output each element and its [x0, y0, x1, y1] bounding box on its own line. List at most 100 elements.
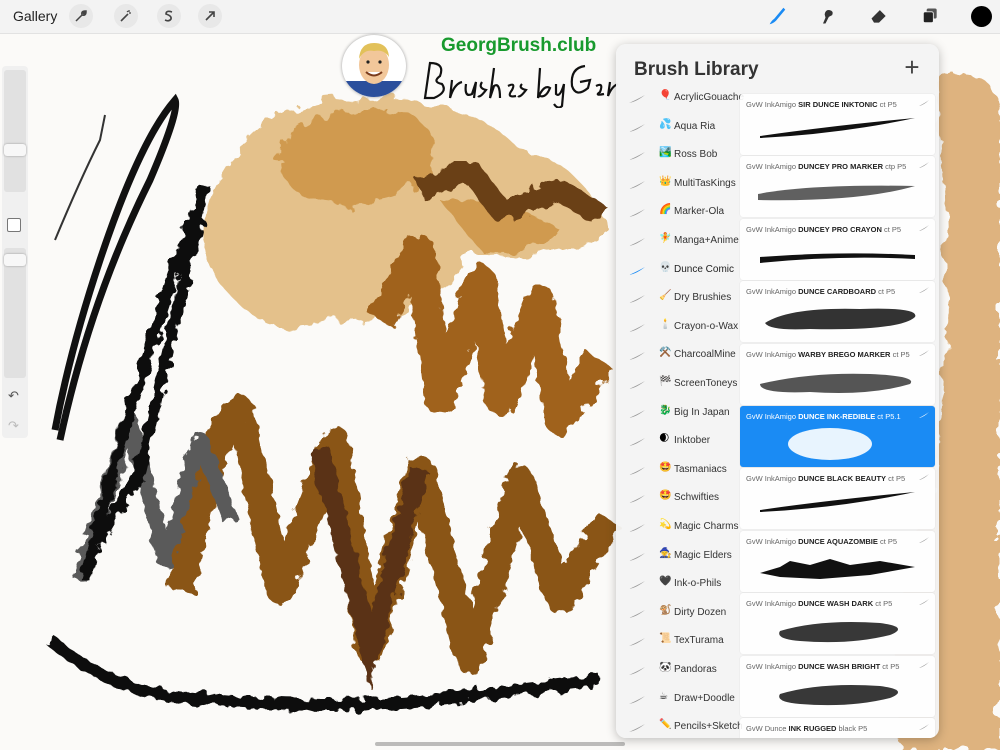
brush-set-item[interactable]: 🏞️ Ross Bob — [616, 143, 741, 171]
brush-item[interactable]: GvW InkAmigo DUNCE WASH BRIGHT ct P5 — [740, 655, 935, 717]
set-name: Pandoras — [674, 664, 717, 675]
brush-item[interactable]: GvW InkAmigo DUNCE WASH DARK ct P5 — [740, 593, 935, 655]
brush-set-item[interactable]: 👑 MultiTasKings — [616, 172, 741, 200]
home-indicator[interactable] — [375, 742, 625, 746]
brush-set-item[interactable]: 📜 TexTurama — [616, 629, 741, 657]
brush-type-icon — [919, 349, 929, 356]
opacity-thumb[interactable] — [4, 254, 26, 266]
brush-item[interactable]: GvW InkAmigo DUNCEY PRO MARKER ctp P5 — [740, 156, 935, 218]
brush-stroke-icon — [629, 238, 645, 246]
set-name: Magic Charms — [674, 521, 739, 532]
brush-stroke-icon — [629, 95, 645, 103]
opacity-slider[interactable] — [4, 248, 26, 378]
undo-icon[interactable]: ↶ — [8, 388, 19, 404]
brush-prefix: GvW InkAmigo — [746, 162, 797, 172]
magic-wand-icon[interactable] — [114, 4, 138, 28]
brush-stroke-icon — [629, 466, 645, 475]
set-name: CharcoalMine — [674, 349, 736, 361]
brush-stroke-icon — [629, 695, 645, 704]
brush-prefix: GvW InkAmigo — [746, 536, 797, 546]
logo-title-main: GeorgBrush — [441, 35, 552, 56]
brush-item[interactable]: GvW InkAmigo DUNCE INK-REDIBLE ct P5.1 — [740, 406, 935, 467]
set-name: Dry Brushies — [674, 292, 732, 304]
brush-size-slider[interactable] — [4, 70, 26, 192]
brush-name: GvW InkAmigo SIR DUNCE INKTONIC ct P5 — [746, 100, 897, 109]
brush-set-item[interactable]: 🌈 Marker-Ola — [616, 200, 741, 228]
brush-type-icon — [919, 661, 929, 668]
brush-stroke-icon — [629, 495, 645, 504]
brush-set-item[interactable]: 🤩 Tasmaniacs — [616, 458, 741, 486]
brush-icon[interactable] — [765, 4, 789, 28]
brush-set-item[interactable]: 🧚 Manga+Anime — [616, 229, 741, 257]
brush-set-item[interactable]: 🖤 Ink-o-Phils — [616, 572, 741, 600]
set-name: Magic Elders — [674, 549, 732, 561]
brush-item[interactable]: GvW InkAmigo DUNCE BLACK BEAUTY ct P5 — [740, 468, 935, 530]
set-name: Pencils+Sketch — [674, 721, 743, 733]
add-brush-set-button[interactable]: + — [900, 54, 924, 80]
eraser-icon[interactable] — [867, 4, 891, 28]
logo-script-signature — [423, 61, 619, 108]
set-name: MultiTasKings — [674, 177, 736, 189]
color-swatch-button[interactable] — [971, 6, 992, 27]
brush-size-thumb[interactable] — [4, 144, 26, 156]
brush-suffix: ct P5 — [878, 287, 896, 297]
smudge-icon[interactable] — [816, 4, 840, 28]
redo-icon[interactable]: ↷ — [8, 418, 19, 434]
brush-set-item[interactable]: 🐼 Pandoras — [616, 658, 741, 686]
brush-item[interactable]: GvW InkAmigo DUNCE AQUAZOMBIE ct P5 — [740, 530, 935, 592]
modify-button[interactable] — [7, 218, 21, 232]
set-name: Dunce Comic — [674, 263, 735, 275]
brush-set-item[interactable]: ☕ Draw+Doodle — [616, 687, 741, 715]
brush-set-item[interactable]: 🏁 ScreenToneys — [616, 372, 741, 400]
brush-set-item[interactable]: 🐉 Big In Japan — [616, 401, 741, 429]
brush-type-icon — [919, 724, 929, 730]
brush-set-item[interactable]: 💀 Dunce Comic — [616, 258, 741, 286]
brush-set-item[interactable]: 🌒 Inktober — [616, 429, 741, 457]
brush-item[interactable]: GvW InkAmigo DUNCEY PRO CRAYON ct P5 — [740, 218, 935, 280]
brush-item[interactable]: GvW InkAmigo SIR DUNCE INKTONIC ct P5 — [740, 94, 935, 155]
gallery-button[interactable]: Gallery — [13, 8, 57, 24]
set-emoji-icon: 🏞️ — [659, 147, 672, 159]
brush-title: DUNCE BLACK BEAUTY — [798, 474, 887, 484]
wrench-icon[interactable] — [69, 4, 93, 28]
brush-item[interactable]: GvW InkAmigo WARBY BREGO MARKER ct P5 — [740, 343, 935, 405]
brush-set-item[interactable]: 🕯️ Crayon-o-Wax — [616, 315, 741, 343]
brush-name: GvW InkAmigo DUNCE INK-REDIBLE ct P5.1 — [746, 412, 901, 421]
brush-suffix: ct P5.1 — [877, 412, 901, 421]
set-name: Crayon-o-Wax — [674, 320, 739, 332]
brush-preview-stroke — [779, 684, 898, 705]
brush-library-panel: Brush Library + 🎈 AcrylicGouache 💦 Aqua Ria… — [616, 44, 939, 738]
brush-prefix: GvW InkAmigo — [746, 599, 797, 609]
brush-title: DUNCE AQUAZOMBIE — [798, 536, 878, 546]
set-name: TexTurama — [674, 635, 724, 647]
brush-name: GvW InkAmigo DUNCE AQUAZOMBIE ct P5 — [746, 537, 897, 546]
brush-item[interactable]: GvW InkAmigo DUNCE CARDBOARD ct P5 — [740, 281, 935, 343]
brush-type-icon — [919, 474, 929, 481]
brush-set-item[interactable]: 🤩 Schwifties — [616, 486, 741, 514]
brush-title: SIR DUNCE INKTONIC — [798, 100, 878, 109]
brush-set-item[interactable]: 🎈 AcrylicGouache — [616, 86, 744, 114]
brush-type-icon — [919, 287, 929, 294]
brush-set-item[interactable]: 💫 Magic Charms — [616, 515, 741, 543]
brush-name: GvW InkAmigo DUNCEY PRO MARKER ctp P5 — [746, 162, 906, 171]
brush-preview-stroke — [760, 373, 912, 393]
set-name: Inktober — [674, 435, 711, 447]
brush-set-item[interactable]: 🧙 Magic Elders — [616, 544, 741, 572]
brush-set-item[interactable]: 🐒 Dirty Dozen — [616, 601, 741, 629]
brush-suffix: ct P5 — [892, 349, 910, 359]
brush-type-icon — [919, 599, 929, 606]
brush-set-item[interactable]: 💦 Aqua Ria — [616, 115, 741, 143]
transform-arrow-icon[interactable] — [198, 4, 222, 28]
brush-type-icon — [919, 412, 929, 418]
brush-set-item[interactable]: 🧹 Dry Brushies — [616, 286, 741, 314]
brush-stroke-icon — [629, 724, 645, 733]
brush-stroke-icon — [629, 667, 645, 675]
brush-preview-stroke — [760, 492, 915, 513]
brush-set-item[interactable]: ⚒️ CharcoalMine — [616, 343, 741, 371]
brush-title: DUNCE WASH BRIGHT — [798, 661, 881, 671]
brush-set-item[interactable]: ✏️ Pencils+Sketch — [616, 715, 743, 738]
brush-item[interactable]: GvW Dunce INK RUGGED black P5 — [740, 718, 935, 738]
selection-s-icon[interactable] — [157, 4, 181, 28]
brush-suffix: ct P5 — [879, 536, 898, 546]
layers-icon[interactable] — [918, 4, 942, 28]
